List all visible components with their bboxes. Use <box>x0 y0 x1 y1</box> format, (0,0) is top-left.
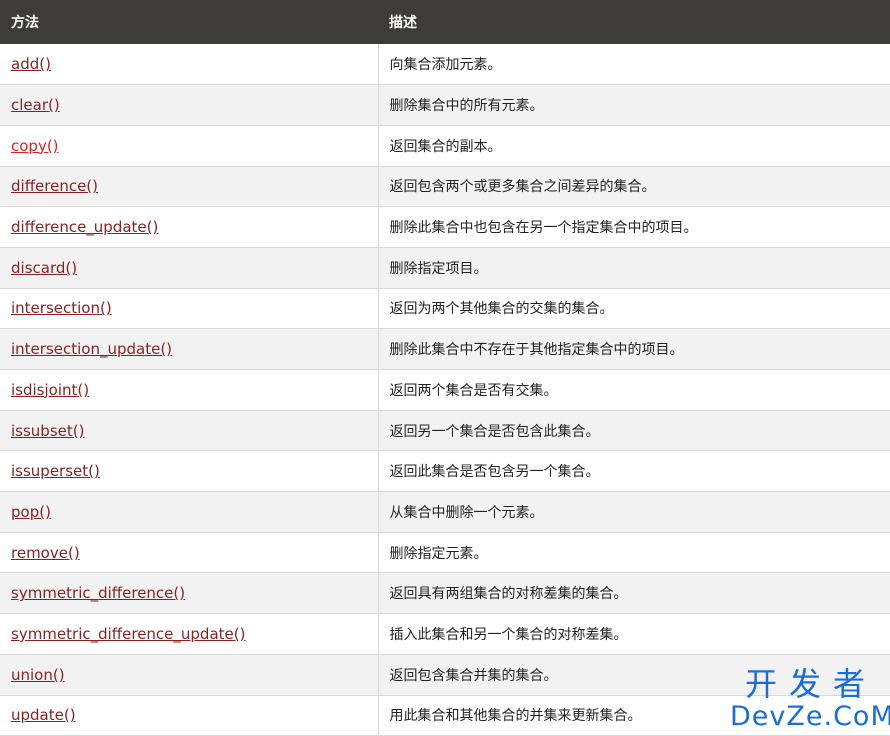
method-cell: issubset() <box>0 410 379 452</box>
table-row: difference_update() 删除此集合中也包含在另一个指定集合中的项… <box>0 206 890 248</box>
method-link-difference[interactable]: difference() <box>11 177 98 195</box>
method-cell: remove() <box>0 532 379 574</box>
description-cell: 返回此集合是否包含另一个集合。 <box>378 450 890 493</box>
table-header-row: 方法 描述 <box>0 0 890 44</box>
method-link-difference-update[interactable]: difference_update() <box>11 218 158 236</box>
table-row: symmetric_difference_update() 插入此集合和另一个集… <box>0 613 890 655</box>
table-row: intersection_update() 删除此集合中不存在于其他指定集合中的… <box>0 328 890 370</box>
method-cell: update() <box>0 695 379 736</box>
table-row: clear() 删除集合中的所有元素。 <box>0 84 890 126</box>
table-row: isdisjoint() 返回两个集合是否有交集。 <box>0 369 890 411</box>
method-cell: discard() <box>0 247 379 289</box>
table-row: add() 向集合添加元素。 <box>0 44 890 86</box>
method-cell: intersection_update() <box>0 328 379 370</box>
method-cell: pop() <box>0 491 379 533</box>
description-cell: 删除指定元素。 <box>378 532 890 574</box>
table-row: discard() 删除指定项目。 <box>0 247 890 289</box>
method-link-union[interactable]: union() <box>11 666 65 684</box>
description-cell: 返回包含两个或更多集合之间差异的集合。 <box>378 166 890 208</box>
watermark-chinese: 开发者 <box>744 665 877 703</box>
method-link-issubset[interactable]: issubset() <box>11 422 84 440</box>
method-link-add[interactable]: add() <box>11 55 51 73</box>
method-cell: difference_update() <box>0 206 379 248</box>
description-cell: 返回具有两组集合的对称差集的集合。 <box>378 572 890 615</box>
table-row: pop() 从集合中删除一个元素。 <box>0 491 890 533</box>
method-link-isdisjoint[interactable]: isdisjoint() <box>11 381 89 399</box>
header-method: 方法 <box>0 0 378 44</box>
method-link-issuperset[interactable]: issuperset() <box>11 462 100 480</box>
method-cell: isdisjoint() <box>0 369 379 411</box>
table-row: difference() 返回包含两个或更多集合之间差异的集合。 <box>0 166 890 208</box>
description-cell: 删除此集合中不存在于其他指定集合中的项目。 <box>378 328 890 370</box>
method-link-intersection[interactable]: intersection() <box>11 299 112 317</box>
method-link-symmetric-difference-update[interactable]: symmetric_difference_update() <box>11 625 245 643</box>
method-link-clear[interactable]: clear() <box>11 96 60 114</box>
method-cell: intersection() <box>0 288 379 330</box>
description-cell: 从集合中删除一个元素。 <box>378 491 890 533</box>
method-cell: copy() <box>0 125 379 167</box>
method-link-update[interactable]: update() <box>11 706 76 724</box>
description-cell: 删除指定项目。 <box>378 247 890 289</box>
description-cell: 返回集合的副本。 <box>378 125 890 167</box>
description-cell: 返回为两个其他集合的交集的集合。 <box>378 288 890 330</box>
method-cell: issuperset() <box>0 450 379 493</box>
method-cell: add() <box>0 44 379 86</box>
table-row: copy() 返回集合的副本。 <box>0 125 890 167</box>
method-link-symmetric-difference[interactable]: symmetric_difference() <box>11 584 185 602</box>
description-cell: 返回另一个集合是否包含此集合。 <box>378 410 890 452</box>
method-cell: difference() <box>0 166 379 208</box>
table-row: issubset() 返回另一个集合是否包含此集合。 <box>0 410 890 452</box>
description-cell: 返回两个集合是否有交集。 <box>378 369 890 411</box>
description-cell: 删除此集合中也包含在另一个指定集合中的项目。 <box>378 206 890 248</box>
methods-table: 方法 描述 add() 向集合添加元素。 clear() 删除集合中的所有元素。… <box>0 0 890 736</box>
method-cell: clear() <box>0 84 379 126</box>
method-link-intersection-update[interactable]: intersection_update() <box>11 340 172 358</box>
table-row: issuperset() 返回此集合是否包含另一个集合。 <box>0 450 890 493</box>
method-link-pop[interactable]: pop() <box>11 503 51 521</box>
description-cell: 删除集合中的所有元素。 <box>378 84 890 126</box>
method-cell: symmetric_difference() <box>0 572 379 615</box>
description-cell: 向集合添加元素。 <box>378 44 890 86</box>
method-cell: union() <box>0 654 379 696</box>
table-row: intersection() 返回为两个其他集合的交集的集合。 <box>0 288 890 330</box>
header-description: 描述 <box>378 0 890 44</box>
table-row: symmetric_difference() 返回具有两组集合的对称差集的集合。 <box>0 572 890 615</box>
method-cell: symmetric_difference_update() <box>0 613 379 655</box>
devze-watermark: 开发者 DevZe.CoM <box>730 665 890 732</box>
description-cell: 插入此集合和另一个集合的对称差集。 <box>378 613 890 655</box>
method-link-remove[interactable]: remove() <box>11 544 80 562</box>
method-link-copy[interactable]: copy() <box>11 137 59 155</box>
watermark-english: DevZe.CoM <box>730 701 890 732</box>
method-link-discard[interactable]: discard() <box>11 259 77 277</box>
table-row: remove() 删除指定元素。 <box>0 532 890 574</box>
